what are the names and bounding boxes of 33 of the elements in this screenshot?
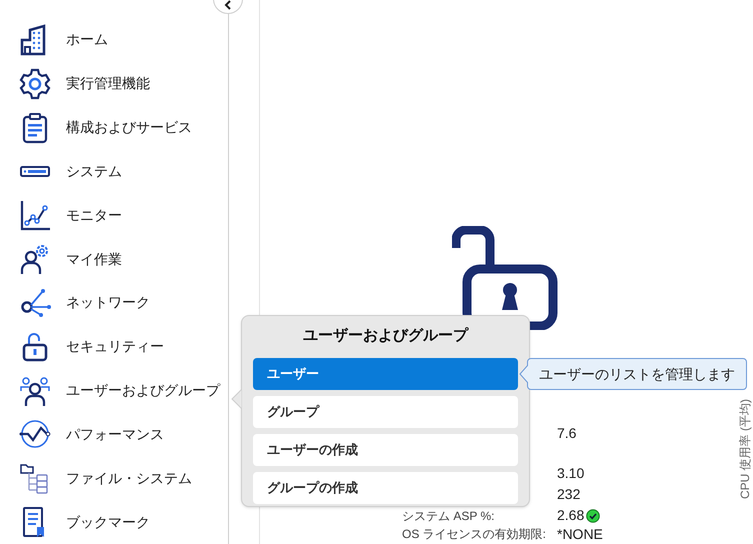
menu-item[interactable]: グループ [253, 396, 518, 428]
settings-icon [19, 68, 51, 100]
sidebar-item[interactable]: マイ作業 [0, 237, 228, 281]
popup-title: ユーザーおよびグループ [302, 326, 470, 346]
line-chart-icon [19, 199, 51, 232]
field-label: OS ライセンスの有効期限: [402, 526, 548, 542]
menu-item[interactable]: ユーザー [253, 358, 518, 390]
person-gear-icon [19, 243, 51, 276]
sidebar-item[interactable]: パフォーマンス [0, 412, 228, 456]
axis-label: CPU 使用率 (平均) [737, 398, 753, 501]
performance-icon [19, 418, 51, 450]
sidebar-item[interactable]: システム [0, 149, 228, 194]
sidebar-item[interactable]: ユーザーおよびグループ [0, 368, 228, 412]
people-icon [19, 374, 51, 407]
sidebar-item[interactable]: 実行管理機能 [0, 62, 228, 106]
network-icon [19, 286, 51, 319]
sidebar-item[interactable]: ネットワーク [0, 280, 228, 325]
field-value: 2.68 [557, 506, 584, 525]
chevron-left-icon [224, 0, 232, 10]
sidebar-item[interactable]: セキュリティー [0, 324, 228, 369]
menu-item[interactable]: グループの作成 [253, 472, 518, 504]
field-value: *NONE [557, 524, 603, 544]
tooltip-pointer-icon [519, 365, 528, 383]
field-value: 7.6 [557, 424, 576, 443]
field-value: 3.10 [557, 464, 584, 483]
sidebar-item[interactable]: 構成およびサービス [0, 106, 228, 150]
sidebar-item[interactable]: ファイル・システム [0, 456, 228, 500]
sidebar-item[interactable]: モニター [0, 193, 228, 238]
sidebar-item[interactable]: ホーム [0, 18, 228, 62]
sidebar-item[interactable]: ブックマーク [0, 500, 228, 544]
menu-item[interactable]: ユーザーの作成 [253, 434, 518, 466]
field-value: 232 [557, 485, 580, 504]
field-label: システム ASP %: [402, 508, 496, 524]
